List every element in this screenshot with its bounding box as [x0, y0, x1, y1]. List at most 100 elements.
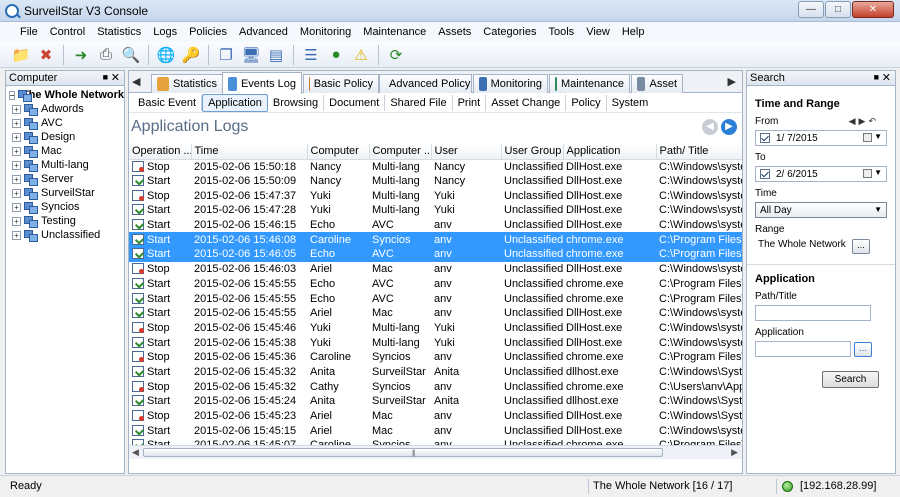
table-row[interactable]: Start 2015-02-06 15:45:38 Yuki Multi-lang Yu…	[129, 335, 742, 350]
screen-icon[interactable]: ▤	[265, 44, 287, 66]
subtab-browsing[interactable]: Browsing	[268, 94, 325, 111]
column-header[interactable]: Time	[191, 144, 308, 160]
horizontal-scrollbar[interactable]: ◀ ||| ▶	[129, 445, 742, 459]
menu-file[interactable]: File	[14, 22, 44, 42]
print-preview-icon[interactable]: 🔍	[120, 44, 142, 66]
to-enabled-checkbox[interactable]	[760, 169, 770, 179]
tab-statistics[interactable]: Statistics	[151, 74, 223, 93]
copy-icon[interactable]: ❐	[215, 44, 237, 66]
table-row[interactable]: Start 2015-02-06 15:46:08 Caroline Syncios a…	[129, 232, 742, 248]
table-row[interactable]: Start 2015-02-06 15:45:55 Echo AVC anv Unclas…	[129, 291, 742, 306]
expand-icon[interactable]: +	[12, 118, 21, 128]
table-row[interactable]: Start 2015-02-06 15:45:55 Echo AVC anv Unclas…	[129, 277, 742, 292]
tree-item[interactable]: + Syncios	[6, 200, 124, 214]
table-row[interactable]: Start 2015-02-06 15:45:15 Ariel Mac anv Uncla…	[129, 423, 742, 438]
subtab-application[interactable]: Application	[202, 93, 268, 112]
from-enabled-checkbox[interactable]	[760, 133, 770, 143]
table-row[interactable]: Start 2015-02-06 15:45:55 Ariel Mac anv Uncla…	[129, 306, 742, 321]
tab-events-log[interactable]: Events Log	[222, 72, 302, 94]
table-row[interactable]: Stop 2015-02-06 15:45:36 Caroline Syncios an…	[129, 350, 742, 365]
add-folder-icon[interactable]: 📁	[10, 44, 32, 66]
pin-icon[interactable]: ■	[874, 72, 879, 82]
search-button[interactable]: Search	[822, 371, 879, 388]
scroll-right-icon[interactable]: ▶	[731, 447, 738, 458]
previous-page-button[interactable]: ◀	[702, 119, 718, 135]
chevron-down-icon[interactable]: ▼	[874, 168, 882, 177]
tree-item[interactable]: + Server	[6, 172, 124, 186]
table-row[interactable]: Start 2015-02-06 15:45:24 Anita SurveilStar…	[129, 394, 742, 409]
table-row[interactable]: Start 2015-02-06 15:46:05 Echo AVC anv Unclas…	[129, 247, 742, 262]
monitor-icon[interactable]: 🖥	[240, 44, 262, 66]
expand-icon[interactable]: +	[12, 174, 21, 184]
application-input[interactable]	[755, 341, 851, 357]
subtab-shared-file[interactable]: Shared File	[385, 94, 453, 111]
tab-advanced-policy[interactable]: Advanced Policy	[379, 74, 472, 93]
table-row[interactable]: Start 2015-02-06 15:47:28 Yuki Multi-lang Yu…	[129, 203, 742, 218]
menu-maintenance[interactable]: Maintenance	[357, 22, 432, 42]
expand-icon[interactable]: +	[12, 104, 21, 114]
table-row[interactable]: Start 2015-02-06 15:46:15 Echo AVC anv Unclas…	[129, 218, 742, 233]
subtab-policy[interactable]: Policy	[566, 94, 607, 111]
table-row[interactable]: Stop 2015-02-06 15:45:46 Yuki Multi-lang Yuk…	[129, 321, 742, 336]
tree-item[interactable]: + Mac	[6, 144, 124, 158]
menu-tools[interactable]: Tools	[543, 22, 581, 42]
close-button[interactable]: ✕	[852, 1, 894, 18]
tree-item[interactable]: + Testing	[6, 214, 124, 228]
report-icon[interactable]: ☰	[300, 44, 322, 66]
column-header[interactable]: Path/ Title	[656, 144, 742, 160]
pane-close-icon[interactable]: ✕	[882, 71, 891, 84]
tab-maintenance[interactable]: Maintenance	[549, 74, 630, 93]
tab-asset[interactable]: Asset	[631, 74, 683, 93]
tab-basic-policy[interactable]: Basic Policy	[303, 74, 379, 93]
scroll-left-icon[interactable]: ◀	[132, 447, 139, 458]
pin-icon[interactable]: ■	[103, 72, 108, 82]
tree-item[interactable]: + Design	[6, 130, 124, 144]
tree-root[interactable]: – The Whole Network	[6, 88, 124, 102]
menu-statistics[interactable]: Statistics	[91, 22, 147, 42]
warning-icon[interactable]: ⚠	[350, 44, 372, 66]
table-row[interactable]: Stop 2015-02-06 15:46:03 Ariel Mac anv Unclas…	[129, 262, 742, 277]
subtab-asset-change[interactable]: Asset Change	[486, 94, 567, 111]
subtab-basic-event[interactable]: Basic Event	[133, 94, 203, 111]
expand-icon[interactable]: +	[12, 202, 21, 212]
table-row[interactable]: Start 2015-02-06 15:45:32 Anita SurveilStar…	[129, 365, 742, 380]
time-select[interactable]: All Day ▼	[755, 202, 887, 218]
column-header[interactable]: User	[431, 144, 502, 160]
menu-control[interactable]: Control	[44, 22, 91, 42]
tab-scroll-left-icon[interactable]: ◀	[132, 75, 140, 88]
table-row[interactable]: Stop 2015-02-06 15:50:18 Nancy Multi-lang Na…	[129, 159, 742, 174]
column-header[interactable]: Computer ...	[369, 144, 432, 160]
to-date-picker[interactable]: 2/ 6/2015 ▼	[755, 166, 887, 182]
menu-advanced[interactable]: Advanced	[233, 22, 294, 42]
tree-item[interactable]: + AVC	[6, 116, 124, 130]
path-title-input[interactable]	[755, 305, 871, 321]
pane-close-icon[interactable]: ✕	[111, 71, 120, 84]
menu-assets[interactable]: Assets	[432, 22, 477, 42]
subtab-document[interactable]: Document	[324, 94, 386, 111]
expand-icon[interactable]: +	[12, 230, 21, 240]
tab-monitoring[interactable]: Monitoring	[473, 74, 548, 93]
print-icon[interactable]: ⎙	[95, 44, 117, 66]
tree-item[interactable]: + Unclassified	[6, 228, 124, 242]
tree-item[interactable]: + Multi-lang	[6, 158, 124, 172]
column-header[interactable]: Computer	[307, 144, 370, 160]
subtab-system[interactable]: System	[607, 95, 654, 111]
column-header[interactable]: User Group	[501, 144, 564, 160]
collapse-icon[interactable]: –	[9, 90, 16, 100]
expand-icon[interactable]: +	[12, 160, 21, 170]
menu-categories[interactable]: Categories	[477, 22, 542, 42]
tab-scroll-right-icon[interactable]: ▶	[728, 75, 736, 88]
globe-icon[interactable]: 🌐	[155, 44, 177, 66]
menu-monitoring[interactable]: Monitoring	[294, 22, 357, 42]
expand-icon[interactable]: +	[12, 146, 21, 156]
key-folder-icon[interactable]: 🔑	[180, 44, 202, 66]
import-icon[interactable]: ➜	[70, 44, 92, 66]
table-row[interactable]: Stop 2015-02-06 15:47:37 Yuki Multi-lang Yuk…	[129, 188, 742, 203]
scroll-thumb[interactable]: |||	[143, 448, 663, 457]
table-row[interactable]: Stop 2015-02-06 15:45:32 Cathy Syncios anv Un…	[129, 379, 742, 394]
table-row[interactable]: Stop 2015-02-06 15:45:23 Ariel Mac anv Unclas…	[129, 409, 742, 424]
minimize-button[interactable]: —	[798, 1, 824, 18]
earth-icon[interactable]: ●	[325, 44, 347, 66]
maximize-button[interactable]: □	[825, 1, 851, 18]
menu-policies[interactable]: Policies	[183, 22, 233, 42]
